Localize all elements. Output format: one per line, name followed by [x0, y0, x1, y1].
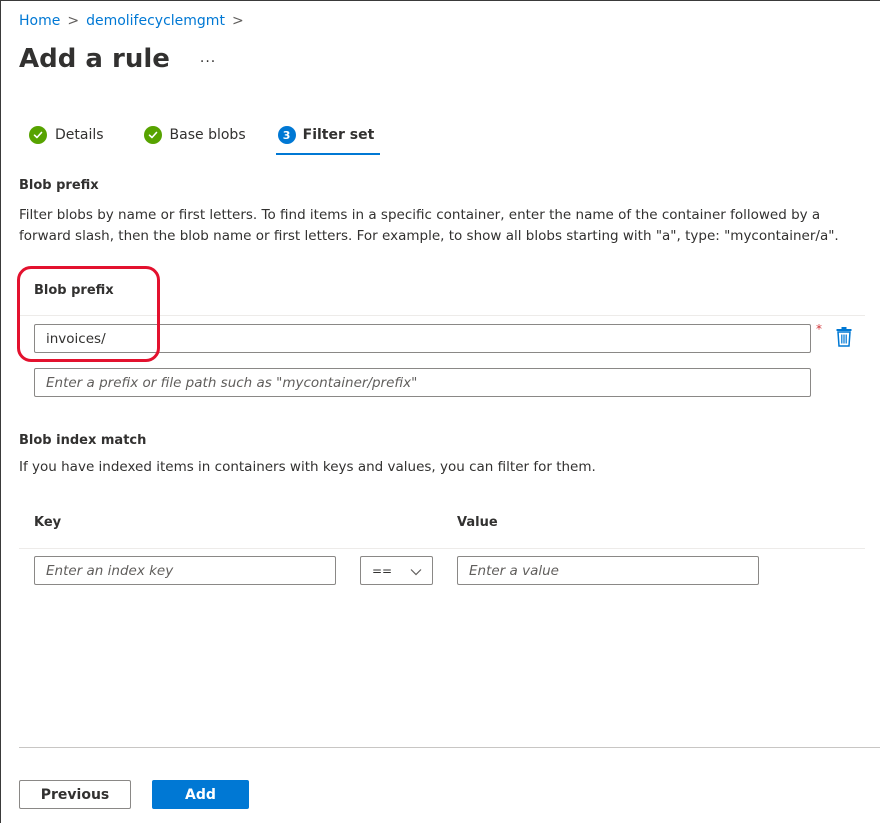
index-value-input[interactable]	[457, 556, 759, 585]
blob-prefix-input[interactable]	[34, 324, 811, 353]
chevron-down-icon	[410, 565, 422, 579]
step-number-badge: 3	[277, 126, 296, 144]
window-left-edge	[0, 0, 1, 823]
page-title: Add a rule	[19, 44, 170, 74]
blob-prefix-description: Filter blobs by name or first letters. T…	[19, 207, 839, 244]
value-column-label: Value	[457, 515, 498, 530]
blob-index-description: If you have indexed items in containers …	[19, 459, 596, 475]
tab-label: Filter set	[302, 127, 375, 143]
blob-prefix-column-label: Blob prefix	[34, 283, 114, 298]
check-circle-icon	[143, 126, 162, 144]
breadcrumb-home[interactable]: Home	[19, 13, 60, 29]
breadcrumb-storage-account[interactable]: demolifecyclemgmt	[86, 13, 225, 29]
breadcrumb-separator: >	[231, 13, 244, 29]
tab-label: Details	[55, 127, 104, 143]
check-circle-icon	[29, 126, 47, 144]
blob-index-heading: Blob index match	[19, 433, 147, 448]
tab-details[interactable]: Details	[19, 118, 108, 152]
table-header-divider	[19, 548, 865, 549]
breadcrumb-separator: >	[67, 13, 80, 29]
window-top-edge	[0, 0, 880, 1]
wizard-tabs: Details Base blobs 3 Filter set	[19, 118, 380, 158]
blob-prefix-heading: Blob prefix	[19, 178, 99, 193]
trash-icon[interactable]	[836, 327, 852, 347]
table-header-divider	[19, 315, 865, 316]
operator-dropdown[interactable]: ==	[360, 556, 433, 585]
footer-divider	[19, 747, 880, 748]
tab-label: Base blobs	[169, 127, 246, 143]
title-row: Add a rule ···	[19, 44, 216, 74]
breadcrumb: Home > demolifecyclemgmt >	[19, 13, 251, 29]
operator-value: ==	[372, 563, 393, 578]
required-indicator: *	[816, 322, 822, 336]
ellipsis-icon[interactable]: ···	[200, 48, 216, 70]
key-column-label: Key	[34, 515, 62, 530]
previous-button[interactable]: Previous	[19, 780, 131, 809]
new-blob-prefix-input[interactable]	[34, 368, 811, 397]
tab-base-blobs[interactable]: Base blobs	[134, 118, 250, 152]
tab-filter-set[interactable]: 3 Filter set	[275, 118, 380, 155]
add-button[interactable]: Add	[152, 780, 249, 809]
index-key-input[interactable]	[34, 556, 336, 585]
